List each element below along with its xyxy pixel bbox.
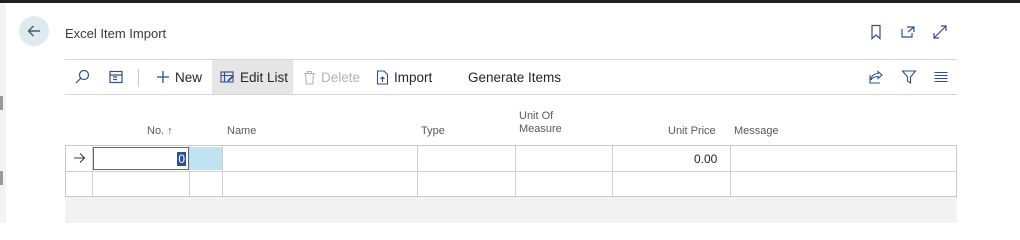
edit-list-button-label: Edit List bbox=[240, 69, 289, 85]
column-header-unit-of-measure-line1: Unit Of bbox=[519, 110, 554, 122]
filter-icon bbox=[901, 70, 917, 85]
share-button[interactable] bbox=[865, 60, 887, 94]
arrow-left-icon bbox=[27, 25, 40, 37]
background-page-edge bbox=[0, 3, 6, 223]
plus-icon bbox=[157, 71, 169, 83]
column-header-unit-of-measure[interactable]: Unit Of Measure bbox=[519, 110, 562, 136]
search-icon bbox=[75, 69, 90, 84]
generate-items-button[interactable]: Generate Items bbox=[468, 60, 561, 94]
column-header-message[interactable]: Message bbox=[734, 125, 779, 138]
edge-mark bbox=[0, 171, 3, 185]
import-button[interactable]: Import bbox=[376, 60, 432, 94]
name-cell[interactable] bbox=[223, 146, 417, 171]
generate-items-button-label: Generate Items bbox=[468, 69, 562, 85]
action-bar: New Edit List Delete Import Generate Ite… bbox=[65, 59, 957, 95]
items-grid: 0 0.00 bbox=[65, 145, 957, 197]
message-cell[interactable] bbox=[731, 146, 957, 171]
bookmark-icon[interactable] bbox=[868, 24, 884, 40]
page-layout-button[interactable] bbox=[105, 60, 127, 94]
no-input-value: 0 bbox=[177, 152, 186, 166]
edit-list-button[interactable]: Edit List bbox=[212, 60, 293, 94]
import-file-icon bbox=[376, 69, 389, 85]
no-input[interactable]: 0 bbox=[93, 147, 189, 170]
expand-icon[interactable] bbox=[932, 24, 948, 40]
page-layout-icon bbox=[109, 70, 123, 84]
delete-button-label: Delete bbox=[321, 69, 361, 85]
new-row[interactable] bbox=[66, 172, 956, 196]
delete-button[interactable]: Delete bbox=[303, 60, 360, 94]
type-cell[interactable] bbox=[418, 146, 515, 171]
edge-mark bbox=[0, 96, 3, 110]
action-bar-separator bbox=[138, 69, 139, 87]
new-button-label: New bbox=[175, 69, 203, 85]
filter-button[interactable] bbox=[898, 60, 920, 94]
grid-footer-area bbox=[65, 197, 957, 223]
column-header-name[interactable]: Name bbox=[227, 125, 256, 138]
arrow-right-icon bbox=[74, 153, 86, 163]
column-header-type[interactable]: Type bbox=[421, 125, 445, 138]
trash-icon bbox=[304, 70, 315, 85]
list-options-button[interactable] bbox=[930, 60, 952, 94]
import-button-label: Import bbox=[394, 69, 433, 85]
new-button[interactable]: New bbox=[156, 60, 202, 94]
open-in-new-window-icon[interactable] bbox=[900, 24, 916, 40]
back-button[interactable] bbox=[19, 16, 49, 46]
search-button[interactable] bbox=[71, 60, 93, 94]
selected-cell-highlight bbox=[190, 147, 222, 170]
unit-price-cell[interactable]: 0.00 bbox=[694, 152, 717, 166]
column-header-no[interactable]: No. ↑ bbox=[147, 125, 173, 138]
column-header-unit-price[interactable]: Unit Price bbox=[668, 125, 716, 138]
page-title: Excel Item Import bbox=[65, 26, 167, 41]
window-top-border bbox=[0, 0, 1020, 3]
edit-list-icon bbox=[220, 70, 235, 83]
list-options-icon bbox=[934, 71, 948, 83]
unit-of-measure-cell[interactable] bbox=[516, 146, 612, 171]
column-header-unit-of-measure-line2: Measure bbox=[519, 123, 562, 135]
share-icon bbox=[869, 70, 883, 84]
